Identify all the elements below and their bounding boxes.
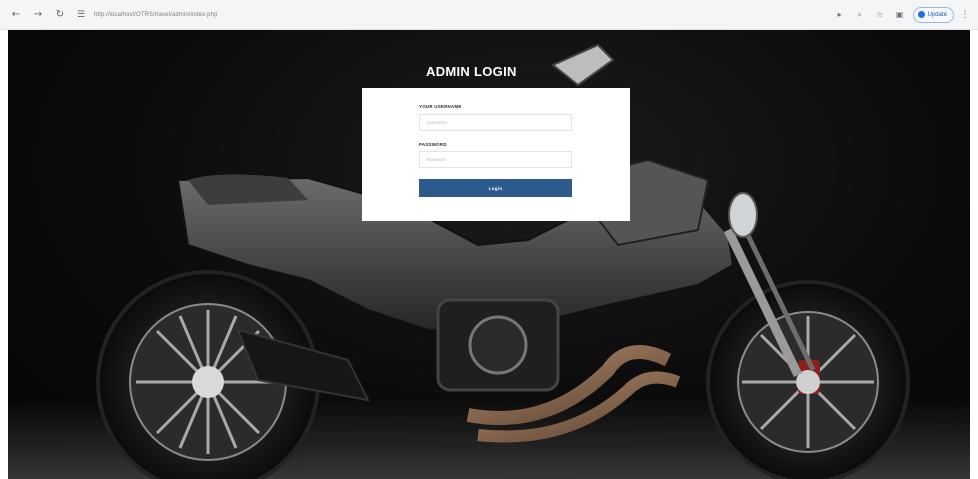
site-info-icon[interactable]: ☰ bbox=[74, 8, 88, 22]
update-button[interactable]: Update bbox=[912, 6, 954, 23]
extensions-icon[interactable]: ▣ bbox=[893, 8, 907, 22]
reload-icon[interactable]: ↻ bbox=[52, 7, 68, 23]
update-label: Update bbox=[927, 11, 947, 18]
star-icon[interactable]: ☆ bbox=[873, 8, 887, 22]
profile-avatar bbox=[917, 11, 925, 18]
browser-toolbar: ← → ↻ ☰ http://localhost/OTRS/travel/adm… bbox=[0, 0, 978, 30]
cast-icon[interactable]: ▸ bbox=[833, 8, 847, 22]
forward-icon[interactable]: → bbox=[30, 7, 46, 23]
username-input[interactable] bbox=[419, 114, 572, 131]
password-input[interactable] bbox=[419, 151, 572, 168]
zoom-icon[interactable]: ⌕ bbox=[853, 8, 867, 22]
page-viewport: ADMIN LOGIN YOUR USERNAME PASSWORD Login bbox=[8, 30, 970, 479]
password-label: PASSWORD bbox=[419, 142, 447, 147]
address-bar[interactable]: http://localhost/OTRS/travel/admin/index… bbox=[94, 12, 217, 18]
username-label: YOUR USERNAME bbox=[419, 104, 462, 109]
login-form-card: YOUR USERNAME PASSWORD Login bbox=[362, 88, 630, 221]
page-title: ADMIN LOGIN bbox=[426, 64, 517, 79]
kebab-menu-icon[interactable]: ⋮ bbox=[960, 8, 970, 22]
back-icon[interactable]: ← bbox=[8, 7, 24, 23]
login-button[interactable]: Login bbox=[419, 179, 572, 197]
